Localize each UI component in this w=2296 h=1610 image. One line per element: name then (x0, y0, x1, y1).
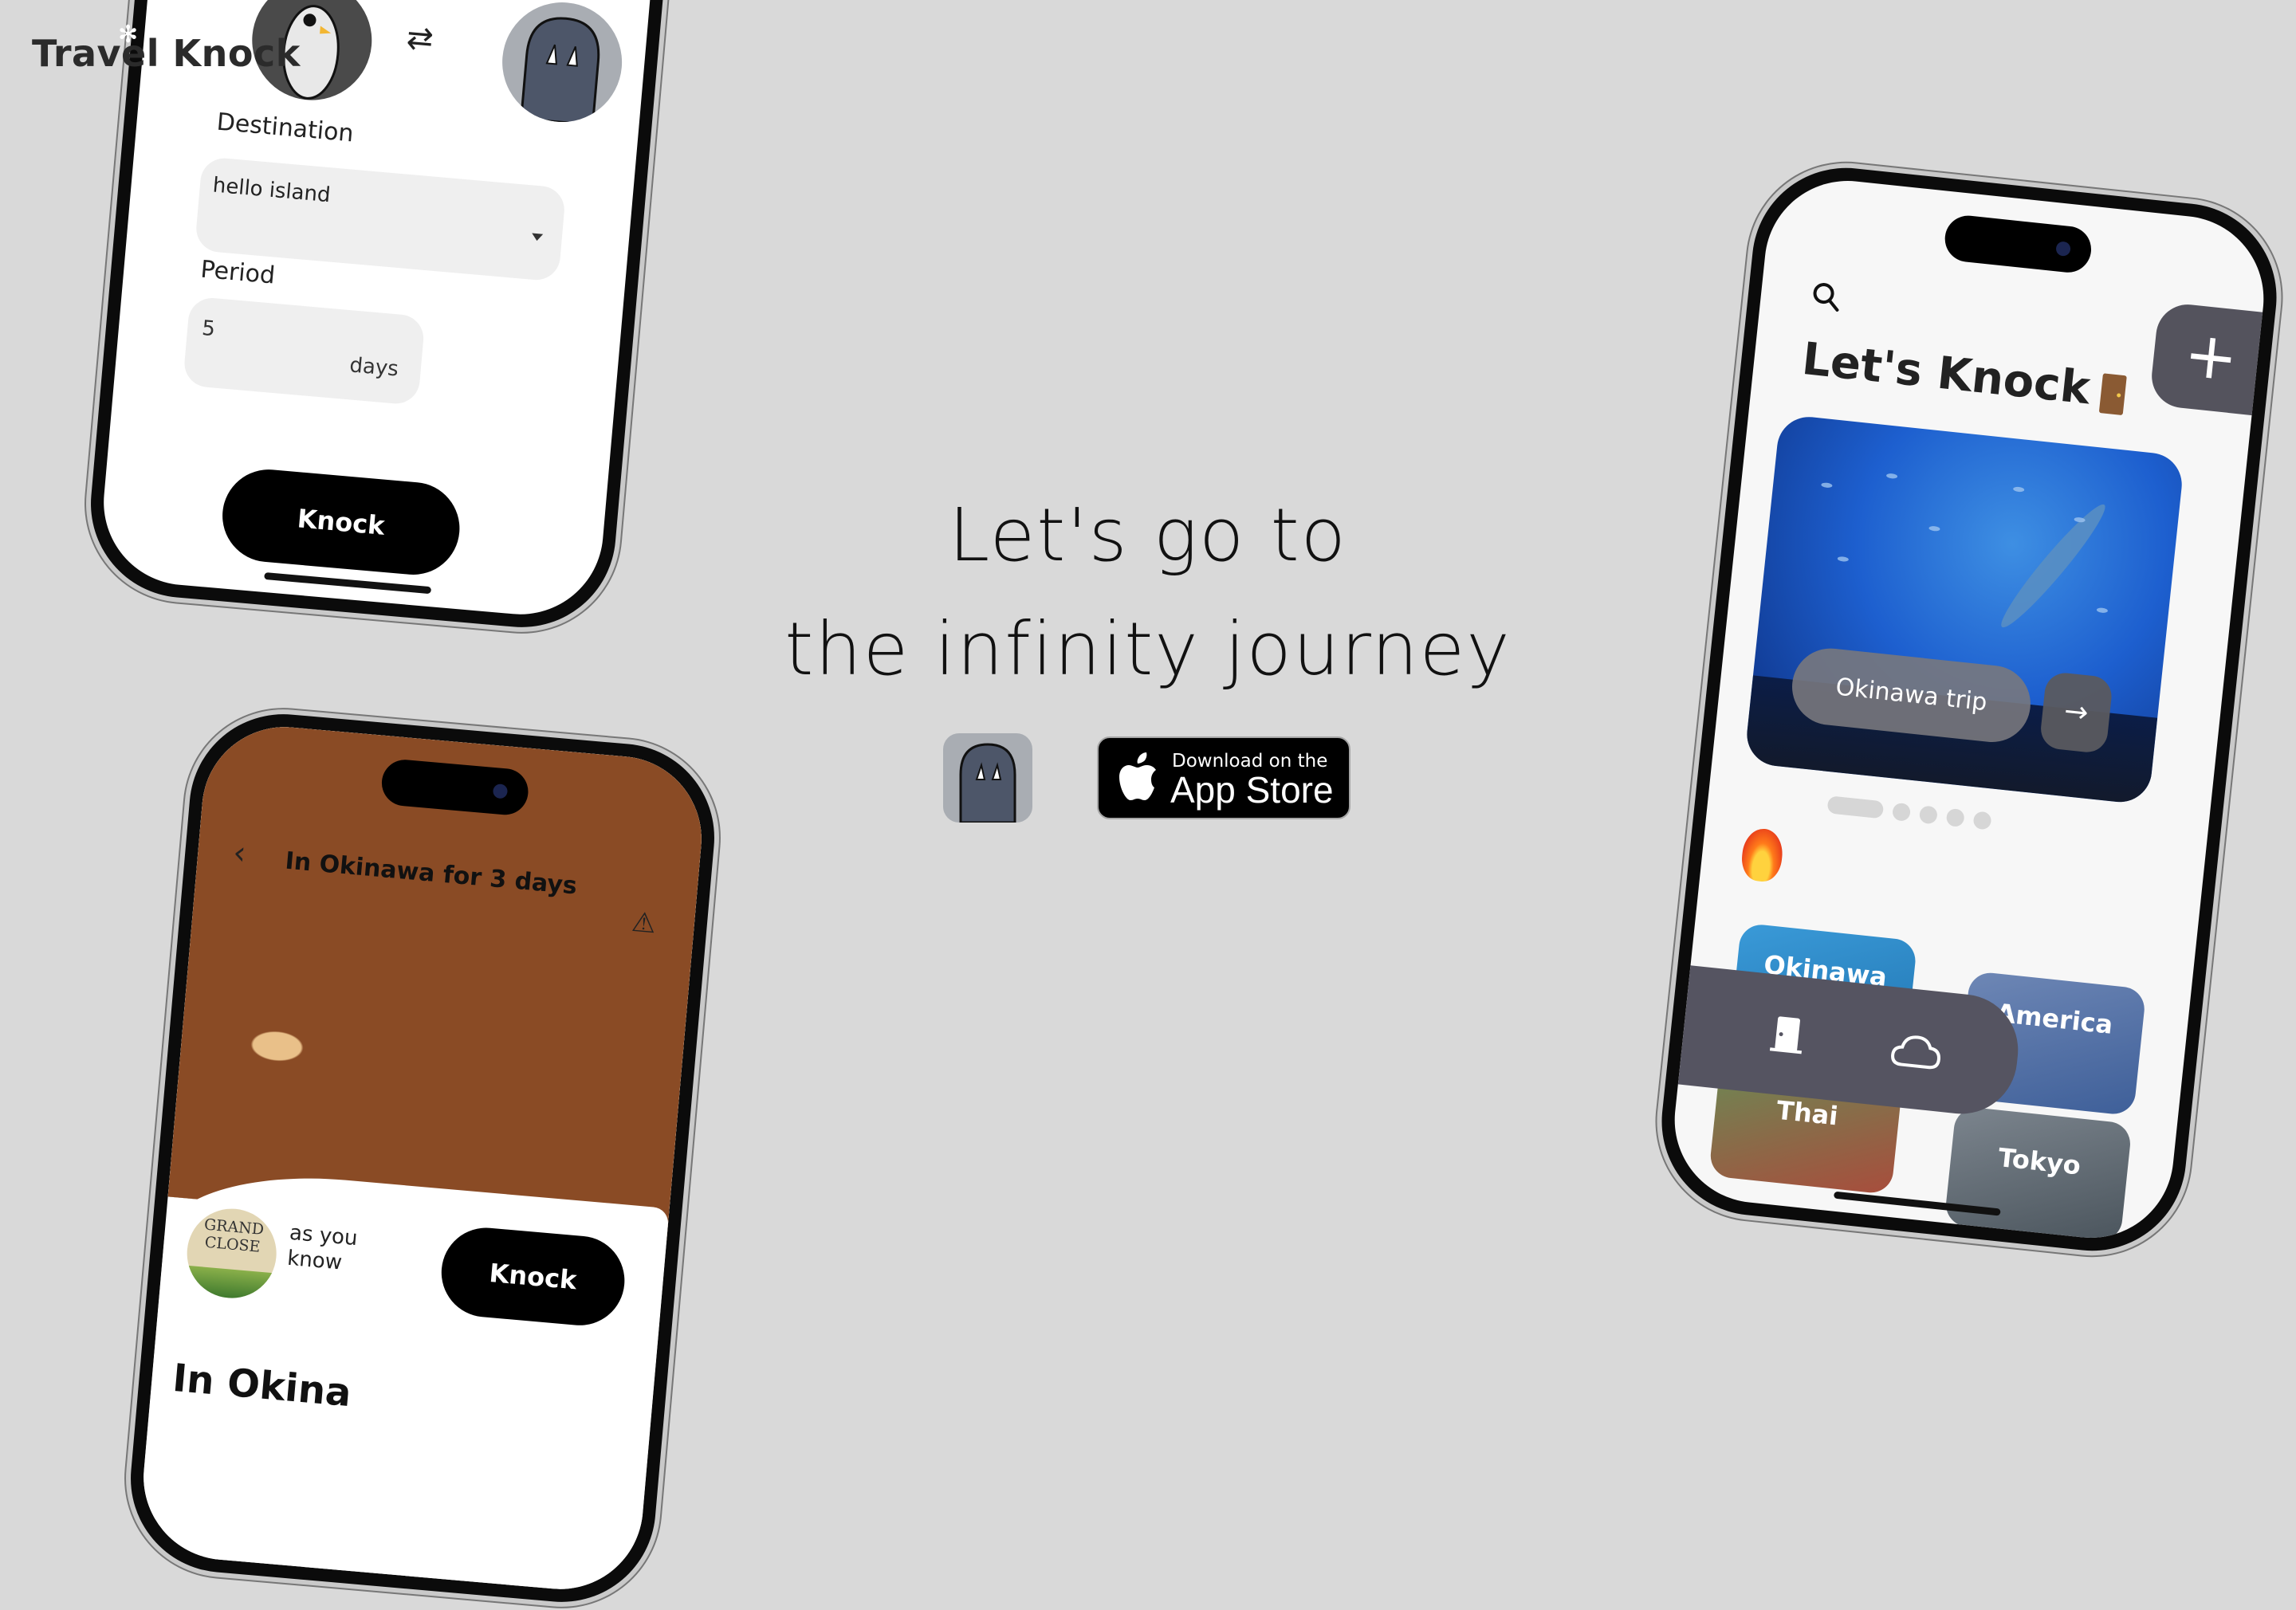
section-heading: In Okina (171, 1355, 353, 1416)
cloud-icon[interactable] (1889, 1031, 1944, 1072)
door-emoji-icon (2098, 373, 2127, 415)
period-unit: days (348, 353, 400, 382)
badge-big-text: App Store (1170, 769, 1334, 811)
swap-arrows-icon[interactable]: ⇄ (405, 19, 434, 58)
warning-icon[interactable]: ⚠ (631, 906, 658, 940)
badge-grass (183, 1265, 275, 1302)
destination-value: hello island (211, 173, 332, 208)
ghost-mascot-icon (520, 17, 600, 127)
download-row: Download on the App Store (0, 733, 2296, 823)
app-store-badge[interactable]: Download on the App Store (1097, 736, 1350, 819)
period-label: Period (199, 255, 277, 290)
dynamic-island (1942, 213, 2094, 275)
period-value: 5 (200, 316, 217, 342)
period-input[interactable]: 5 days (182, 296, 426, 406)
phone-screen: ‹ In Okinawa for 3 days ⚠ GRAND CLOSE as… (136, 720, 709, 1596)
phone-trip-detail: ‹ In Okinawa for 3 days ⚠ GRAND CLOSE as… (123, 706, 722, 1610)
home-title: Let's Knock (1799, 333, 2127, 418)
app-icon[interactable] (943, 733, 1032, 823)
phone-home: Let's Knock + Okinawa trip → Okinawa Ame… (1652, 159, 2286, 1260)
knock-button[interactable]: Knock (438, 1223, 629, 1329)
destination-label: Tokyo (1996, 1142, 2082, 1181)
dropdown-caret-icon (531, 233, 544, 242)
hero-line-1: Let's go to (949, 493, 1347, 578)
door-icon[interactable] (1769, 1012, 1806, 1055)
brand-name: Travel Knock (32, 32, 301, 75)
grand-close-badge: GRAND CLOSE (183, 1204, 281, 1302)
add-trip-button[interactable]: + (2149, 301, 2272, 418)
ghost-mascot-icon (959, 743, 1016, 823)
badge-text: GRAND CLOSE (203, 1215, 265, 1256)
apple-icon (1119, 752, 1156, 800)
caption: as you know (286, 1220, 359, 1277)
hero-line-2: the infinity journey (784, 607, 1512, 692)
fire-icon (1740, 827, 1785, 884)
phone-screen: Let's Knock + Okinawa trip → Okinawa Ame… (1666, 172, 2272, 1247)
bottom-sheet: GRAND CLOSE as you know Knock In Okina (136, 1164, 670, 1596)
ghost-avatar[interactable] (497, 0, 627, 128)
destination-label: Destination (215, 108, 355, 148)
brand-logo: ✻ Travel Knock (32, 21, 301, 75)
hero-headline: Let's go to the infinity journey (0, 478, 2296, 706)
destination-card-tokyo[interactable]: Tokyo (1944, 1105, 2133, 1243)
home-title-text: Let's Knock (1799, 332, 2093, 415)
logo-sparkle-icon: ✻ (118, 21, 139, 49)
search-icon[interactable] (1810, 281, 1842, 313)
